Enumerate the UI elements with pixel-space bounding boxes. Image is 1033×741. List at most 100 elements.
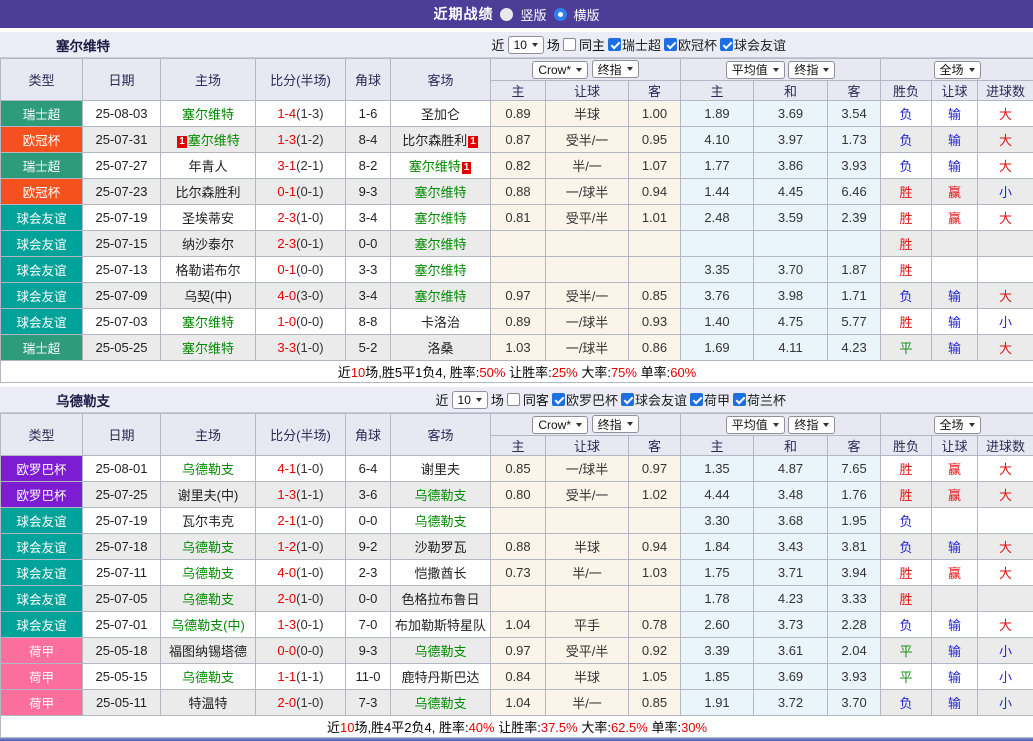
handicap-result-cell: 输 <box>932 612 978 638</box>
odds-company-select[interactable]: Crow* <box>532 61 588 79</box>
col-date: 日期 <box>83 59 161 101</box>
league-checkbox[interactable] <box>720 38 733 51</box>
match-date-cell: 25-07-11 <box>83 560 161 586</box>
avg-draw-cell: 4.45 <box>754 179 828 205</box>
league-checkbox[interactable] <box>552 393 565 406</box>
matches-table: 类型 日期 主场 比分(半场) 角球 客场 Crow* 终指 平均值 终指 全场 <box>0 413 1033 738</box>
away-team-name: 洛桑 <box>427 341 453 356</box>
home-odds-cell <box>491 586 546 612</box>
match-date-cell: 25-07-13 <box>83 257 161 283</box>
handicap-result-cell: 输 <box>932 335 978 361</box>
goals-result-cell <box>978 508 1033 534</box>
score-cell: 3-3(1-0) <box>256 335 346 361</box>
home-team-cell: 福图纳锡塔德 <box>161 638 256 664</box>
match-date-cell: 25-07-23 <box>83 179 161 205</box>
period-select[interactable]: 全场 <box>934 416 981 434</box>
fulltime-score: 3-1 <box>277 158 296 173</box>
avg-home-cell: 3.35 <box>681 257 754 283</box>
league-type-cell: 球会友谊 <box>1 231 83 257</box>
avg-draw-cell: 3.86 <box>754 153 828 179</box>
league-checkbox[interactable] <box>664 38 677 51</box>
result-cell: 平 <box>881 335 932 361</box>
match-row: 球会友谊25-07-09乌契(中)4-0(3-0)3-4塞尔维特0.97受半/一… <box>1 283 1033 309</box>
avg-type-select[interactable]: 平均值 <box>726 416 785 434</box>
handicap-cell: 一/球半 <box>546 335 629 361</box>
avg-away-cell: 2.28 <box>828 612 881 638</box>
league-checkbox[interactable] <box>690 393 703 406</box>
home-team-name: 乌德勒支 <box>182 462 234 477</box>
handicap-cell: 受平/半 <box>546 638 629 664</box>
team-section-utrecht: 乌德勒支 近 10 场 同客 欧罗巴杯球会友谊荷甲荷兰杯 类型 日期 主场 比分… <box>0 387 1033 738</box>
record-summary: 近10场,胜5平1负4, 胜率:50% 让胜率:25% 大率:75% 单率:60… <box>1 361 1033 383</box>
odds-company-select[interactable]: Crow* <box>532 416 588 434</box>
match-count-select[interactable]: 10 <box>508 36 544 54</box>
avg-time-select[interactable]: 终指 <box>788 61 835 79</box>
handicap-result-cell: 赢 <box>932 179 978 205</box>
vertical-layout-radio[interactable] <box>500 8 513 21</box>
summary-value: 50% <box>479 365 505 380</box>
summary-text: 近 <box>327 720 340 735</box>
corner-cell: 8-8 <box>346 309 391 335</box>
away-team-cell: 乌德勒支 <box>391 690 491 716</box>
match-row: 瑞士超25-07-27年青人3-1(2-1)8-2塞尔维特10.82半/一1.0… <box>1 153 1033 179</box>
fulltime-score: 1-4 <box>277 106 296 121</box>
summary-text: 大率: <box>578 720 611 735</box>
halftime-score: (1-1) <box>296 669 323 684</box>
vertical-layout-label[interactable]: 竖版 <box>520 5 546 24</box>
avg-draw-cell: 3.43 <box>754 534 828 560</box>
summary-value: 37.5% <box>541 720 578 735</box>
fulltime-score: 4-0 <box>277 565 296 580</box>
horizontal-layout-radio[interactable] <box>554 8 567 21</box>
away-team-cell: 塞尔维特 <box>391 231 491 257</box>
halftime-score: (1-0) <box>296 340 323 355</box>
match-date-cell: 25-07-31 <box>83 127 161 153</box>
halftime-score: (0-0) <box>296 262 323 277</box>
goals-result-cell <box>978 586 1033 612</box>
avg-away-cell: 1.73 <box>828 127 881 153</box>
period-select[interactable]: 全场 <box>934 61 981 79</box>
league-type-cell: 欧罗巴杯 <box>1 482 83 508</box>
avg-home-cell <box>681 231 754 257</box>
away-team-name: 圣加仑 <box>421 107 460 122</box>
fulltime-score: 4-0 <box>277 288 296 303</box>
handicap-cell <box>546 231 629 257</box>
summary-value: 75% <box>611 365 637 380</box>
score-cell: 4-0(1-0) <box>256 560 346 586</box>
col-home: 主场 <box>161 59 256 101</box>
goals-result-cell: 大 <box>978 335 1033 361</box>
summary-value: 62.5% <box>611 720 648 735</box>
avg-type-select[interactable]: 平均值 <box>726 61 785 79</box>
home-odds-cell: 0.97 <box>491 638 546 664</box>
league-type-cell: 球会友谊 <box>1 586 83 612</box>
away-team-name: 塞尔维特 <box>414 185 466 200</box>
home-team-cell: 瓦尔韦克 <box>161 508 256 534</box>
league-checkbox[interactable] <box>621 393 634 406</box>
away-team-cell: 谢里夫 <box>391 456 491 482</box>
same-venue-checkbox[interactable] <box>563 38 576 51</box>
odds-time-select[interactable]: 终指 <box>592 415 639 433</box>
league-checkbox[interactable] <box>733 393 746 406</box>
corner-cell: 1-6 <box>346 101 391 127</box>
avg-away-cell: 3.54 <box>828 101 881 127</box>
home-team-cell: 乌德勒支 <box>161 586 256 612</box>
handicap-result-cell: 输 <box>932 153 978 179</box>
match-count-select[interactable]: 10 <box>452 391 488 409</box>
avg-away-cell: 2.04 <box>828 638 881 664</box>
avg-home-cell: 2.48 <box>681 205 754 231</box>
red-card-badge: 1 <box>468 136 478 148</box>
league-checkbox[interactable] <box>608 38 621 51</box>
odds-time-select[interactable]: 终指 <box>592 60 639 78</box>
league-filters: 瑞士超欧冠杯球会友谊 <box>608 35 788 54</box>
horizontal-layout-label[interactable]: 横版 <box>574 5 600 24</box>
match-date-cell: 25-05-25 <box>83 335 161 361</box>
avg-draw-cell: 4.11 <box>754 335 828 361</box>
fulltime-score: 2-1 <box>277 513 296 528</box>
home-team-name: 塞尔维特 <box>182 341 234 356</box>
avg-time-select[interactable]: 终指 <box>788 416 835 434</box>
score-cell: 1-3(0-1) <box>256 612 346 638</box>
away-team-name: 塞尔维特 <box>414 237 466 252</box>
same-venue-checkbox[interactable] <box>507 393 520 406</box>
home-team-name: 乌德勒支 <box>182 670 234 685</box>
halftime-score: (1-0) <box>296 513 323 528</box>
home-team-cell: 格勒诺布尔 <box>161 257 256 283</box>
